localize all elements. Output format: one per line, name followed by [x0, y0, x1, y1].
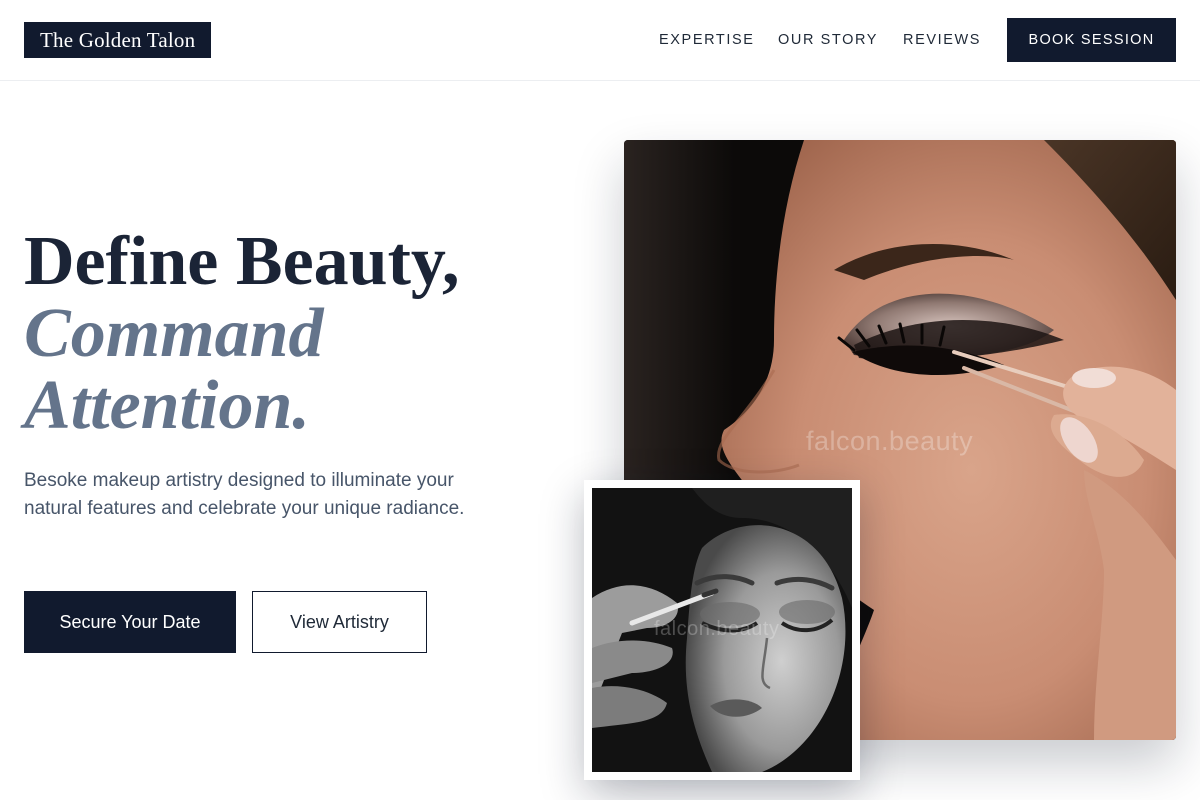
- headline-line-2: Command: [24, 295, 324, 372]
- site-header: The Golden Talon EXPERTISE OUR STORY REV…: [0, 0, 1200, 81]
- hero-inset-photo-frame: falcon.beauty: [584, 480, 860, 780]
- nav-link-our-story[interactable]: OUR STORY: [778, 31, 878, 49]
- view-artistry-button[interactable]: View Artistry: [252, 591, 427, 653]
- hero-subtitle: Besoke makeup artistry designed to illum…: [24, 470, 465, 519]
- main-photo-watermark: falcon.beauty: [806, 426, 974, 456]
- book-session-button[interactable]: BOOK SESSION: [1007, 18, 1176, 62]
- hero-headline: Define Beauty, Command Attention.: [24, 226, 460, 442]
- headline-line-3: Attention.: [24, 367, 310, 444]
- headline-line-1: Define Beauty,: [24, 223, 460, 300]
- brand-logo[interactable]: The Golden Talon: [24, 22, 212, 58]
- nav-link-reviews[interactable]: REVIEWS: [903, 31, 981, 49]
- inset-photo-watermark: falcon.beauty: [654, 618, 780, 640]
- secure-your-date-button[interactable]: Secure Your Date: [24, 591, 236, 653]
- nav-link-expertise[interactable]: EXPERTISE: [659, 31, 755, 49]
- hero-inset-photo: falcon.beauty: [592, 488, 852, 772]
